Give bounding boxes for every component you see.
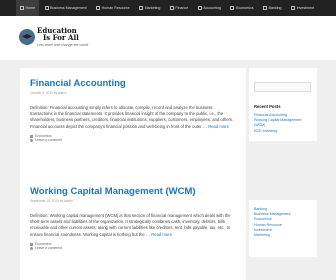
nav-label: Business Management — [50, 6, 87, 10]
recent-post-link[interactable]: Working Capital Management (WCM) — [254, 118, 312, 128]
post-title-link[interactable]: Financial Accounting — [30, 78, 236, 89]
nav-item-economics[interactable]: Economics — [230, 6, 254, 10]
nav-label: Finance — [175, 6, 189, 10]
nav-icon — [230, 6, 235, 10]
nav-icon — [197, 6, 202, 10]
post-excerpt: Definition: Financial accounting simply … — [30, 105, 236, 130]
post-excerpt-text: Definition: Financial accounting simply … — [30, 105, 234, 129]
nav-label: Home — [25, 6, 36, 10]
post-comment[interactable]: Leave a comment — [30, 246, 236, 251]
categories-list: Banking Business Management Economics Hu… — [254, 207, 312, 238]
nav-label: Accounting — [203, 6, 221, 10]
post-meta: October 9, 2019 by admin — [30, 91, 67, 95]
main-navigation: Home Business Management Human Resource … — [0, 0, 336, 16]
site-logo[interactable]: Education Is For All Lets learn and chan… — [19, 21, 99, 53]
nav-icon — [169, 6, 174, 10]
nav-label: Human Resource — [101, 6, 130, 10]
nav-label: Banking — [268, 6, 282, 10]
comment-icon — [30, 247, 33, 251]
nav-label: Economics — [235, 6, 254, 10]
post-footer: Economics Leave a comment — [30, 134, 236, 143]
post-excerpt-text: Definition: Working capital management (… — [30, 213, 231, 237]
nav-label: Marketing — [144, 6, 161, 10]
post-footer: Economics Leave a comment — [30, 242, 236, 251]
nav-item-investment[interactable]: Investment — [291, 6, 314, 10]
nav-item-business-management[interactable]: Business Management — [44, 6, 87, 10]
comment-icon — [30, 139, 33, 143]
nav-icon — [44, 6, 49, 10]
post-card: Financial Accounting October 9, 2019 by … — [20, 68, 246, 177]
read-more-link[interactable]: Read more — [208, 124, 229, 129]
nav-icon — [139, 6, 144, 10]
post-excerpt: Definition: Working capital management (… — [30, 213, 236, 238]
site-title-line2: Is For All — [43, 33, 79, 42]
nav-item-marketing[interactable]: Marketing — [139, 6, 160, 10]
site-tagline: Lets learn and change the world — [37, 43, 89, 47]
nav-icon — [96, 6, 101, 10]
recent-posts-title: Recent Posts — [254, 104, 281, 109]
nav-item-banking[interactable]: Banking — [263, 6, 282, 10]
nav-item-accounting[interactable]: Accounting — [197, 6, 221, 10]
comment-label: Leave a comment — [35, 138, 62, 143]
nav-item-human-resource[interactable]: Human Resource — [96, 6, 130, 10]
search-input[interactable] — [254, 82, 311, 92]
nav-icon — [263, 6, 268, 10]
post-title-link[interactable]: Working Capital Management (WCM) — [30, 186, 236, 197]
nav-item-home[interactable]: Home — [16, 0, 40, 16]
folder-icon — [30, 134, 33, 138]
sidebar-widget-recent: Recent Posts Financial Accounting Workin… — [249, 68, 317, 141]
read-more-link[interactable]: Read more — [151, 232, 172, 237]
nav-icon — [20, 6, 24, 10]
post-card: Working Capital Management (WCM) Septemb… — [20, 176, 246, 280]
category-link[interactable]: Marketing — [254, 233, 312, 238]
nav-label: Investment — [296, 6, 315, 10]
nav-item-finance[interactable]: Finance — [169, 6, 189, 10]
nav-icon — [291, 6, 296, 10]
comment-label: Leave a comment — [35, 246, 62, 251]
post-meta: September 25, 2019 by admin — [30, 199, 73, 203]
post-comment[interactable]: Leave a comment — [30, 138, 236, 143]
recent-posts-list: Financial Accounting Working Capital Man… — [254, 113, 312, 134]
sidebar-widget-categories: Banking Business Management Economics Hu… — [249, 200, 317, 257]
folder-icon — [30, 242, 33, 246]
recent-post-link[interactable]: EDD Investing — [254, 129, 312, 134]
graduation-cap-icon — [19, 29, 35, 45]
